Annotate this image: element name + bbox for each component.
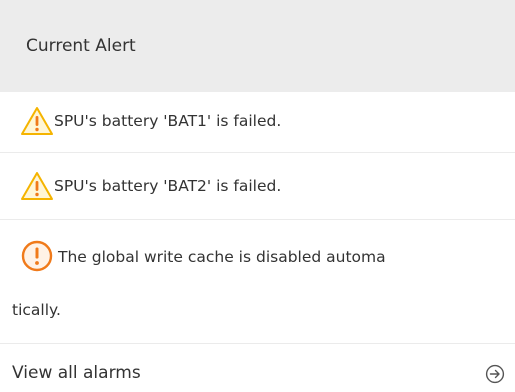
alert-item[interactable]: SPU's battery 'BAT1' is failed.: [0, 92, 515, 153]
alert-item[interactable]: The global write cache is disabled autom…: [0, 220, 515, 344]
alert-circle-icon: [21, 240, 53, 272]
panel-header: Current Alert: [0, 0, 515, 92]
alert-item[interactable]: SPU's battery 'BAT2' is failed.: [0, 153, 515, 220]
warning-triangle-icon: [21, 107, 53, 135]
panel-footer: View all alarms: [0, 344, 515, 392]
view-all-alarms-link[interactable]: View all alarms: [12, 363, 141, 383]
warning-triangle-icon: [21, 172, 53, 200]
alert-message: The global write cache is disabled autom…: [58, 248, 386, 266]
current-alert-panel: Current Alert SPU's battery 'BAT1' is fa…: [0, 0, 515, 392]
alert-message: SPU's battery 'BAT1' is failed.: [54, 112, 282, 130]
panel-title: Current Alert: [26, 36, 136, 56]
arrow-right-circle-icon[interactable]: [485, 364, 505, 384]
alert-message: SPU's battery 'BAT2' is failed.: [54, 177, 282, 195]
alert-message-continued: tically.: [12, 301, 61, 319]
